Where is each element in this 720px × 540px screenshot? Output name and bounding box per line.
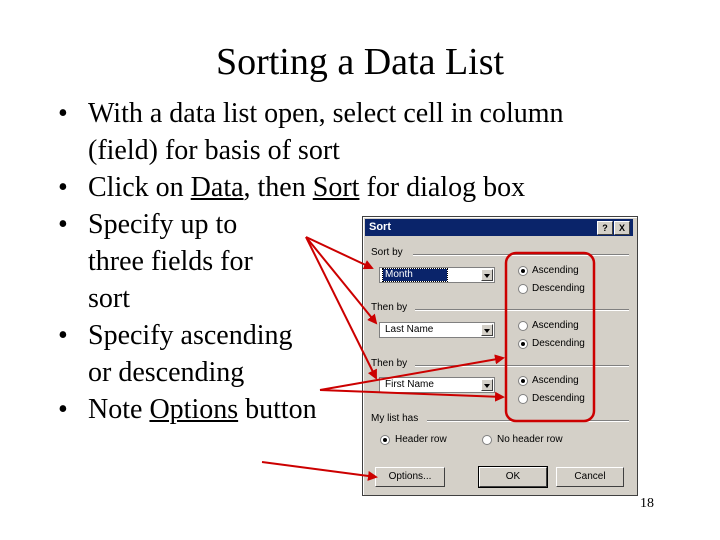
- then-by-1-ascending-label[interactable]: Ascending: [532, 320, 579, 331]
- help-button[interactable]: ?: [597, 221, 613, 235]
- sort-by-ascending-radio[interactable]: [518, 266, 528, 276]
- sort-by-label: Sort by: [371, 247, 403, 258]
- ok-button[interactable]: OK: [478, 466, 548, 488]
- sort-menu-text: Sort: [312, 172, 360, 203]
- bullet-glyph: •: [58, 209, 68, 240]
- data-menu-text: Data: [190, 172, 244, 203]
- bullet-glyph: •: [58, 98, 68, 129]
- arrow-to-options-button: [261, 461, 378, 481]
- my-list-has-label: My list has: [371, 413, 419, 424]
- dialog-title: Sort: [369, 221, 391, 233]
- then-by-1-value: Last Name: [385, 324, 434, 335]
- bullet-4-line-1: Specify ascending: [88, 320, 293, 351]
- bullet-1-line-2: (field) for basis of sort: [88, 135, 340, 166]
- sort-dialog: Sort ? X Sort by Month Ascending Descend…: [362, 216, 638, 496]
- close-button[interactable]: X: [614, 221, 630, 235]
- bullet-2-post: for dialog box: [359, 172, 526, 203]
- header-row-label[interactable]: Header row: [395, 434, 447, 445]
- slide-title: Sorting a Data List: [215, 41, 505, 83]
- dialog-title-bar[interactable]: Sort ? X: [365, 219, 633, 236]
- sort-by-descending-radio[interactable]: [518, 284, 528, 294]
- then-by-1-label: Then by: [371, 302, 408, 313]
- sort-by-ascending-label[interactable]: Ascending: [532, 265, 579, 276]
- chevron-down-icon[interactable]: [481, 379, 493, 391]
- cancel-button[interactable]: Cancel: [556, 467, 624, 487]
- chevron-down-icon[interactable]: [481, 324, 493, 336]
- bullet-2-mid: , then: [243, 172, 313, 203]
- bullet-3-line-2: three fields for: [88, 246, 253, 277]
- then-by-1-ascending-radio[interactable]: [518, 321, 528, 331]
- group-divider: [415, 365, 629, 367]
- options-button[interactable]: Options...: [375, 467, 445, 487]
- page-number: 18: [640, 496, 654, 511]
- sort-by-descending-label[interactable]: Descending: [532, 283, 585, 294]
- chevron-down-icon[interactable]: [481, 269, 493, 281]
- then-by-2-value: First Name: [385, 379, 434, 390]
- group-divider: [415, 309, 629, 311]
- bullet-2-pre: Click on: [88, 172, 191, 203]
- group-divider: [413, 254, 629, 256]
- bullet-3-line-3: sort: [88, 283, 130, 314]
- header-row-radio[interactable]: [380, 435, 390, 445]
- then-by-2-label: Then by: [371, 358, 408, 369]
- bullet-glyph: •: [58, 394, 68, 425]
- sort-by-value: Month: [382, 268, 448, 282]
- bullet-5-pre: Note: [88, 394, 150, 425]
- bullet-1: • With a data list open, select cell in …: [58, 95, 678, 169]
- no-header-row-label[interactable]: No header row: [497, 434, 563, 445]
- bullet-2: • Click on Data, then Sort for dialog bo…: [58, 169, 678, 206]
- then-by-1-descending-label[interactable]: Descending: [532, 338, 585, 349]
- no-header-row-radio[interactable]: [482, 435, 492, 445]
- sort-by-combo[interactable]: Month: [379, 267, 495, 283]
- then-by-2-descending-radio[interactable]: [518, 394, 528, 404]
- then-by-2-ascending-radio[interactable]: [518, 376, 528, 386]
- then-by-2-combo[interactable]: First Name: [379, 377, 495, 393]
- then-by-1-descending-radio[interactable]: [518, 339, 528, 349]
- then-by-2-ascending-label[interactable]: Ascending: [532, 375, 579, 386]
- then-by-2-descending-label[interactable]: Descending: [532, 393, 585, 404]
- then-by-1-combo[interactable]: Last Name: [379, 322, 495, 338]
- bullet-glyph: •: [58, 172, 68, 203]
- group-divider: [427, 420, 629, 422]
- bullet-3-line-1: Specify up to: [88, 209, 238, 240]
- bullet-glyph: •: [58, 320, 68, 351]
- bullet-5-post: button: [238, 394, 317, 425]
- options-text: Options: [149, 394, 239, 425]
- bullet-4-line-2: or descending: [88, 357, 245, 388]
- bullet-1-line-1: With a data list open, select cell in co…: [88, 98, 564, 129]
